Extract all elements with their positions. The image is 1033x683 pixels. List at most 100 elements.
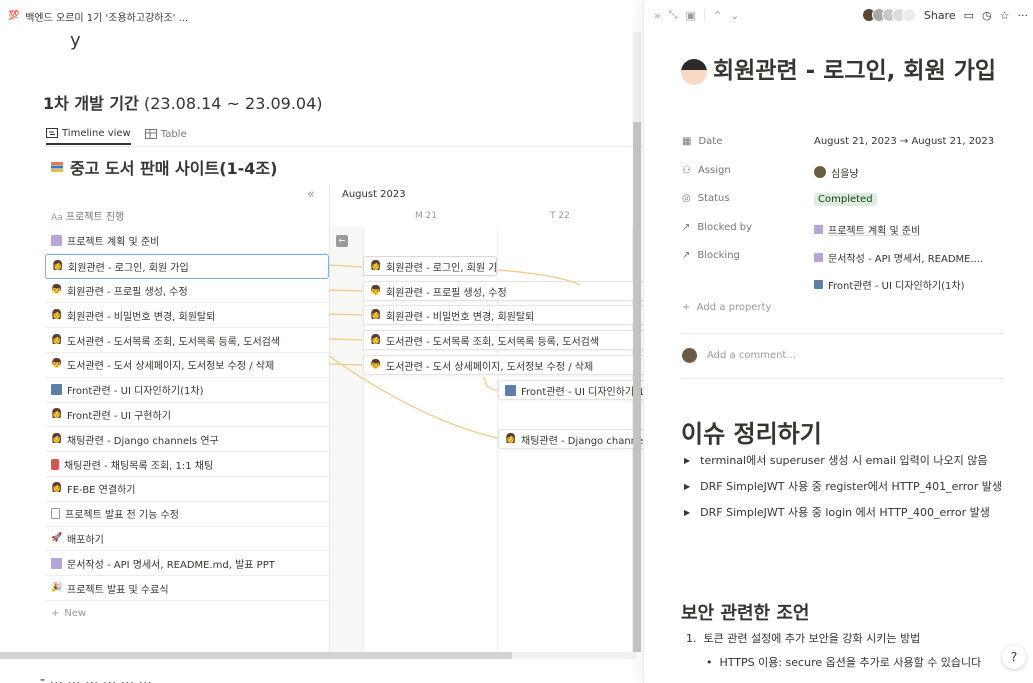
row-label: Front관련 - UI 구현하기 xyxy=(67,410,171,422)
table-icon xyxy=(144,129,157,139)
relation-value[interactable]: Front관련 - UI 디자인하기(1차) xyxy=(828,277,964,292)
list-item[interactable]: Front관련 - UI 디자인하기(1차) xyxy=(45,378,329,403)
horizontal-scrollbar[interactable] xyxy=(0,652,636,659)
toggle-triangle-icon[interactable]: ▶ xyxy=(684,453,690,469)
timeline-card[interactable]: 👩 회원관련 - 비밀번호 변경, 회원탈퇴 xyxy=(363,305,643,325)
doc-icon xyxy=(814,224,823,234)
list-item[interactable]: 프로젝트 계획 및 준비 xyxy=(45,229,329,254)
star-icon[interactable]: ☆ xyxy=(1000,9,1010,22)
divider xyxy=(46,146,643,147)
list-item[interactable]: 👩 Front관련 - UI 구현하기 xyxy=(45,403,329,428)
property-status[interactable]: ◎ Status Completed xyxy=(682,190,1012,219)
list-item[interactable]: 🎉 프로젝트 발표 및 수료식 xyxy=(45,576,329,601)
girl-icon: 👩 xyxy=(51,309,63,320)
history-icon[interactable]: ◷ xyxy=(982,9,992,22)
database-title[interactable]: 중고 도서 판매 사이트(1-4조) xyxy=(50,155,277,179)
timeline-card[interactable]: 👩 회원관련 - 로그인, 회원 가입 xyxy=(363,256,497,276)
tab-timeline-view[interactable]: Timeline view xyxy=(46,123,131,145)
vertical-scrollbar[interactable] xyxy=(633,32,641,652)
row-label: Front관련 - UI 디자인하기(1차) xyxy=(67,386,204,398)
card-label: 회원관련 - 프로필 생성, 수정 xyxy=(386,287,507,299)
list-item[interactable]: 문서작성 - API 명세서, README.md, 발표 PPT xyxy=(45,551,329,577)
chevron-up-icon[interactable]: ⌃ xyxy=(713,9,722,22)
party-icon: 🎉 xyxy=(51,582,63,593)
boy-icon: 👦 xyxy=(51,359,63,370)
list-item[interactable]: 👩 채팅관련 - Django channels 연구 xyxy=(45,427,329,453)
past-shade xyxy=(330,227,363,655)
comment-icon[interactable]: ▭ xyxy=(964,9,974,22)
tab-label: Timeline view xyxy=(62,127,131,139)
new-row-button[interactable]: + New xyxy=(45,601,329,626)
page-icon xyxy=(51,508,60,520)
property-blocking[interactable]: ↗ Blocking 문서작성 - API 명세서, README.... Fro… xyxy=(682,247,1012,299)
list-item[interactable]: 🚀 배포하기 xyxy=(45,527,329,552)
list-item[interactable]: 👦 회원관련 - 프로필 생성, 수정 xyxy=(45,279,329,304)
layout-icon[interactable]: ▣ xyxy=(686,9,696,22)
card-label: 도서관련 - 도서목록 조회, 도서목록 등록, 도서검색 xyxy=(386,336,600,348)
database-title-text: 중고 도서 판매 사이트(1-4조) xyxy=(70,159,278,178)
list-item[interactable]: 👩 도서관련 - 도서목록 조회, 도서목록 등록, 도서검색 xyxy=(45,328,329,353)
collapse-icon[interactable]: « xyxy=(307,187,315,202)
avatar xyxy=(901,8,916,22)
people-icon: ⚇ xyxy=(682,164,691,176)
monitor-icon xyxy=(814,280,823,289)
tab-table[interactable]: Table xyxy=(144,123,187,145)
toggle-triangle-icon[interactable]: ▶ xyxy=(684,479,690,495)
timeline-card[interactable]: Front관련 - UI 디자인하기(1차) xyxy=(498,380,643,400)
timeline-card[interactable]: 👦 도서관련 - 도서 상세페이지, 도서정보 수정 / 삭제 xyxy=(363,355,643,375)
side-peek-panel: » ⤡ ▣ ⌃ ⌄ Share ▭ ◷ ☆ ··· 회원관련 - 로그인, 회원… xyxy=(643,0,1033,683)
relation-value[interactable]: 프로젝트 계획 및 준비 xyxy=(828,222,920,237)
section-title: 1차 개발 기간 (23.08.14 ~ 23.09.04) xyxy=(43,94,323,113)
toggle-triangle-icon[interactable]: ▶ xyxy=(684,505,690,521)
comment-input[interactable]: Add a comment... xyxy=(682,348,796,363)
property-date[interactable]: ▦ Date August 21, 2023 → August 21, 2023 xyxy=(682,133,1012,162)
properties: ▦ Date August 21, 2023 → August 21, 2023 … xyxy=(682,133,1012,299)
chevron-down-icon[interactable]: ⌄ xyxy=(730,9,739,22)
girl-icon: 👩 xyxy=(51,334,63,345)
boy-icon: 👦 xyxy=(370,285,382,296)
row-label: 채팅관련 - Django channels 연구 xyxy=(67,435,219,447)
column-header[interactable]: Aa 프로젝트 진행 xyxy=(51,208,124,223)
expand-icon[interactable]: ⤡ xyxy=(669,8,678,22)
timeline-card[interactable]: 👩 채팅관련 - Django channels 연구 xyxy=(498,429,643,449)
timeline-day: M 21 xyxy=(415,211,438,221)
page-title[interactable]: 회원관련 - 로그인, 회원 가입 xyxy=(681,58,1011,85)
help-button[interactable]: ? xyxy=(1002,645,1026,669)
collaborator-avatars[interactable] xyxy=(861,8,916,22)
monitor-icon xyxy=(51,384,62,396)
relation-value[interactable]: 문서작성 - API 명세서, README.... xyxy=(828,250,983,265)
list-item[interactable]: 👩 FE-BE 연결하기 xyxy=(45,477,329,502)
breadcrumb-title[interactable]: 백엔드 오르미 1기 '조용하고강하조' ... xyxy=(25,9,188,24)
share-button[interactable]: Share xyxy=(924,9,956,22)
list-item[interactable]: 👦 도서관련 - 도서 상세페이지, 도서정보 수정 / 삭제 xyxy=(45,353,329,378)
monitor-icon xyxy=(505,384,516,396)
girl-icon: 👩 xyxy=(51,408,63,419)
toggle-item[interactable]: ▶ DRF SimpleJWT 사용 중 login 에서 HTTP_400_er… xyxy=(684,505,1004,521)
list-item[interactable]: 👩 회원관련 - 비밀번호 변경, 회원탈퇴 xyxy=(45,303,329,329)
date-value: August 21, 2023 → August 21, 2023 xyxy=(814,136,995,147)
page-title-text: 회원관련 - 로그인, 회원 가입 xyxy=(713,58,997,84)
timeline-grid[interactable]: August 2023 M 21 T 22 ← 👩 회원관련 - 로그인, 회원 … xyxy=(329,185,643,655)
books-icon xyxy=(51,162,63,172)
property-assign[interactable]: ⚇ Assign 심을냥 xyxy=(682,162,1012,191)
timeline-day: T 22 xyxy=(550,211,570,221)
girl-icon: 👩 xyxy=(51,433,63,444)
toggle-item[interactable]: ▶ DRF SimpleJWT 사용 중 register에서 HTTP_401_… xyxy=(684,479,1004,495)
status-icon: ◎ xyxy=(682,193,691,204)
add-property-button[interactable]: + Add a property xyxy=(682,302,771,313)
girl-icon: 👩 xyxy=(505,433,517,444)
calendar-icon: ▦ xyxy=(682,136,692,147)
close-peek-icon[interactable]: » xyxy=(654,9,661,22)
breadcrumb[interactable]: 💯 백엔드 오르미 1기 '조용하고강하조' ... xyxy=(0,0,643,32)
list-item-selected[interactable]: 👩 회원관련 - 로그인, 회원 가입 xyxy=(45,253,329,279)
assignee-name: 심을냥 xyxy=(831,168,859,180)
list-item[interactable]: 프로젝트 발표 전 기능 수정 xyxy=(45,502,329,527)
property-blocked-by[interactable]: ↗ Blocked by 프로젝트 계획 및 준비 xyxy=(682,219,1012,248)
more-icon[interactable]: ··· xyxy=(1018,9,1033,22)
view-tabs: Timeline view Table xyxy=(46,122,187,146)
timeline-card[interactable]: 👦 회원관련 - 프로필 생성, 수정 xyxy=(363,281,643,301)
toggle-item[interactable]: ▶ terminal에서 superuser 생성 시 email 입력이 나오지… xyxy=(684,453,1004,469)
scroll-back-icon[interactable]: ← xyxy=(336,235,348,247)
timeline-card[interactable]: 👩 도서관련 - 도서목록 조회, 도서목록 등록, 도서검색 xyxy=(363,330,643,350)
list-item[interactable]: 채팅관련 - 채팅목록 조회, 1:1 채팅 xyxy=(45,452,329,477)
